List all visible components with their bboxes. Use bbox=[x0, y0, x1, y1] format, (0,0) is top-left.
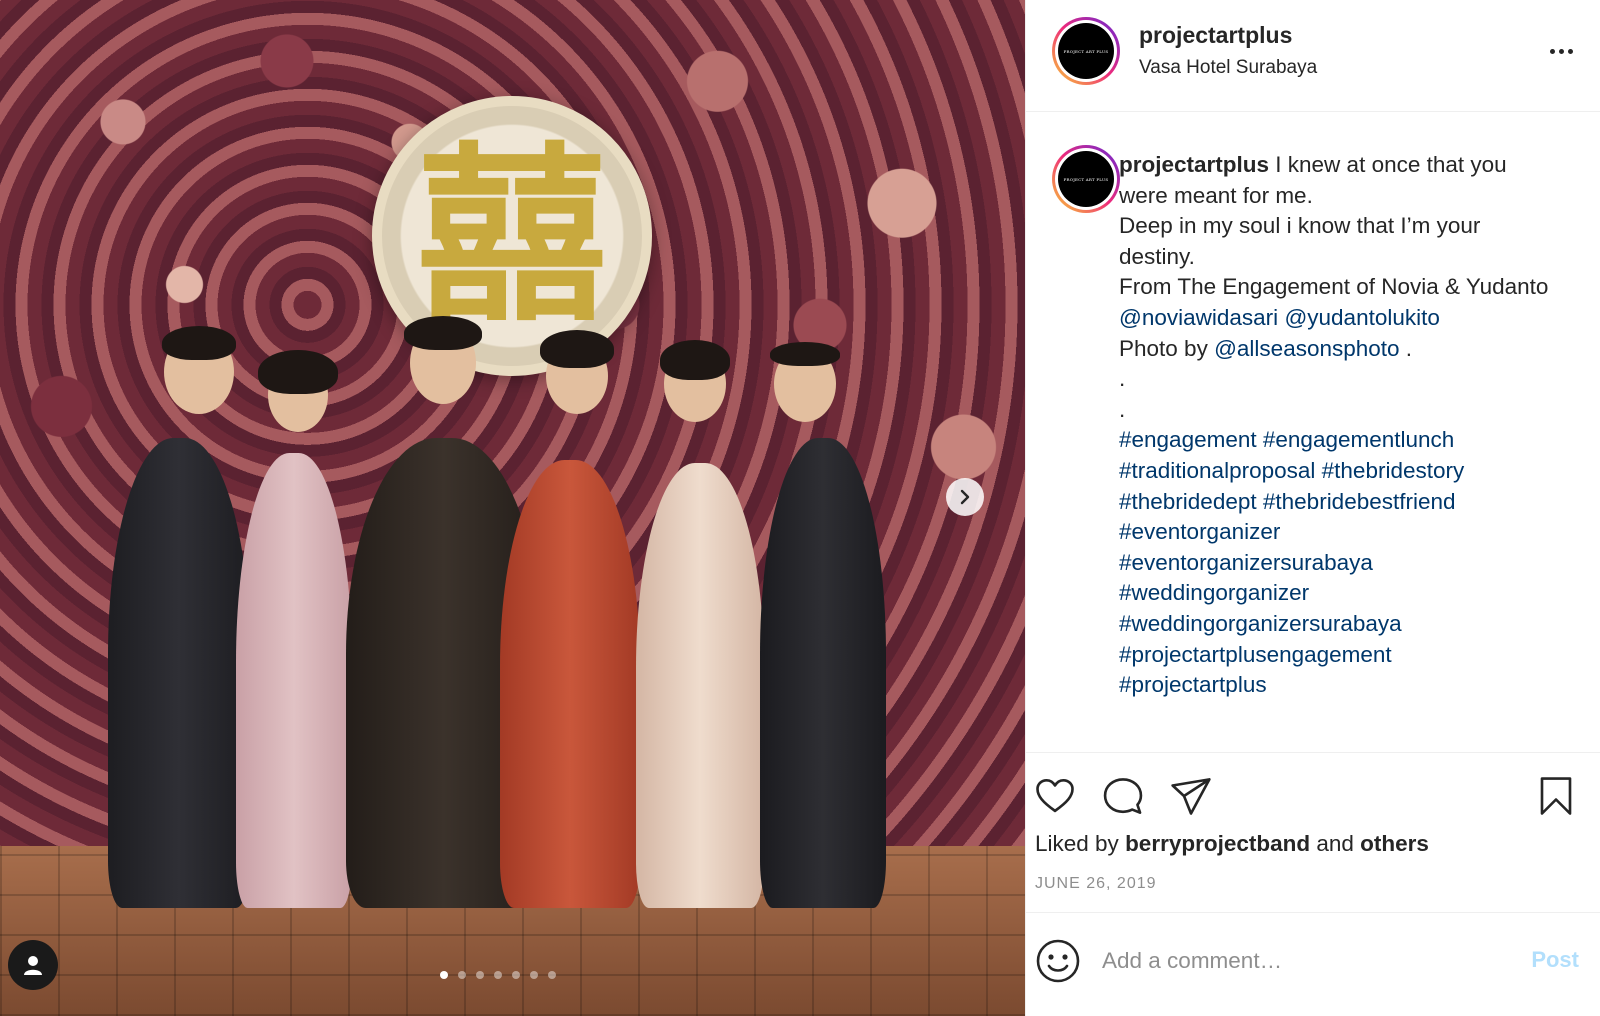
caption-dot: . bbox=[1119, 396, 1126, 422]
person-hair bbox=[258, 350, 338, 394]
hashtag-line: #thebridedept #thebridebestfriend bbox=[1119, 487, 1559, 518]
hashtag-link[interactable]: #weddingorganizersurabaya bbox=[1119, 611, 1402, 636]
liked-by-user[interactable]: berryprojectband bbox=[1125, 831, 1310, 856]
paper-plane-icon bbox=[1171, 778, 1211, 815]
caption-text: projectartplus I knew at once that you w… bbox=[1119, 150, 1559, 701]
heart-icon bbox=[1036, 778, 1074, 813]
post-photo[interactable]: 囍 bbox=[0, 0, 1025, 1016]
person-figure bbox=[636, 463, 764, 908]
caption-text-3: From The Engagement of Novia & Yudanto bbox=[1119, 274, 1549, 300]
comment-button[interactable] bbox=[1100, 773, 1146, 819]
post-date[interactable]: JUNE 26, 2019 bbox=[1035, 875, 1157, 893]
post-username[interactable]: projectartplus bbox=[1139, 22, 1292, 49]
person-figure bbox=[500, 460, 640, 908]
save-button[interactable] bbox=[1533, 773, 1579, 819]
avatar-logo: PROJECT ART PLUS bbox=[1058, 151, 1114, 207]
share-button[interactable] bbox=[1168, 773, 1214, 819]
post-location[interactable]: Vasa Hotel Surabaya bbox=[1139, 57, 1317, 79]
hashtag-link[interactable]: #weddingorganizer bbox=[1119, 580, 1309, 605]
post-actions: Liked by berryprojectband and others JUN… bbox=[1026, 752, 1600, 912]
ellipsis-icon bbox=[1567, 48, 1573, 54]
likes-middle: and bbox=[1310, 831, 1361, 856]
likes-others-link[interactable]: others bbox=[1360, 831, 1429, 856]
mention-link[interactable]: @yudantolukito bbox=[1284, 305, 1439, 330]
hashtag-link[interactable]: #projectartplus bbox=[1119, 672, 1267, 697]
ellipsis-icon bbox=[1549, 48, 1555, 54]
carousel-indicator bbox=[440, 971, 556, 979]
likes-prefix: Liked by bbox=[1035, 831, 1126, 856]
carousel-dot bbox=[476, 971, 484, 979]
caption-line: projectartplus I knew at once that you w… bbox=[1119, 150, 1559, 211]
mention-link[interactable]: @allseasonsphoto bbox=[1214, 336, 1399, 361]
avatar-logo: PROJECT ART PLUS bbox=[1058, 23, 1114, 79]
person-hair bbox=[162, 326, 236, 360]
hashtag-link[interactable]: #projectartplusengagement bbox=[1119, 642, 1392, 667]
chevron-right-icon bbox=[960, 489, 970, 505]
caption-text-2: Deep in my soul i know that I’m your des… bbox=[1119, 213, 1481, 269]
emoji-button[interactable] bbox=[1034, 937, 1082, 985]
carousel-dot bbox=[512, 971, 520, 979]
hashtag-line: #projectartplus bbox=[1119, 670, 1559, 701]
hashtag-link[interactable]: #thebridestory bbox=[1322, 458, 1465, 483]
comment-bar: Post bbox=[1026, 912, 1600, 1016]
caption-mentions-line: @noviawidasari @yudantolukito bbox=[1119, 303, 1559, 334]
avatar-border: PROJECT ART PLUS bbox=[1055, 148, 1117, 210]
post-side-panel: PROJECT ART PLUS projectartplus Vasa Hot… bbox=[1025, 0, 1600, 1016]
hashtag-link[interactable]: #traditionalproposal bbox=[1119, 458, 1315, 483]
hashtag-link[interactable]: #thebridedept bbox=[1119, 489, 1257, 514]
caption-section: PROJECT ART PLUS projectartplus I knew a… bbox=[1026, 112, 1600, 752]
like-button[interactable] bbox=[1032, 773, 1078, 819]
profile-avatar[interactable]: PROJECT ART PLUS bbox=[1052, 17, 1120, 85]
hashtag-link[interactable]: #engagementlunch bbox=[1263, 427, 1454, 452]
carousel-dot bbox=[494, 971, 502, 979]
likes-summary: Liked by berryprojectband and others bbox=[1035, 831, 1429, 857]
caption-username[interactable]: projectartplus bbox=[1119, 152, 1269, 177]
hashtag-line: #eventorganizersurabaya bbox=[1119, 548, 1559, 579]
caption-dot: . bbox=[1119, 366, 1126, 392]
caption-avatar[interactable]: PROJECT ART PLUS bbox=[1052, 145, 1120, 213]
person-hair bbox=[770, 342, 840, 366]
hashtag-line: #traditionalproposal #thebridestory bbox=[1119, 456, 1559, 487]
caption-photo-credit: Photo by @allseasonsphoto . bbox=[1119, 334, 1559, 365]
person-figure bbox=[108, 438, 250, 908]
user-icon bbox=[24, 956, 42, 975]
smiley-icon bbox=[1036, 939, 1080, 983]
person-hair bbox=[540, 330, 614, 368]
speech-bubble-icon bbox=[1103, 778, 1143, 814]
carousel-dot bbox=[548, 971, 556, 979]
hashtag-line: #projectartplusengagement bbox=[1119, 640, 1559, 671]
post-header: PROJECT ART PLUS projectartplus Vasa Hot… bbox=[1026, 0, 1600, 112]
person-hair bbox=[404, 316, 482, 350]
mention-link[interactable]: @noviawidasari bbox=[1119, 305, 1278, 330]
hashtag-link[interactable]: #eventorganizersurabaya bbox=[1119, 550, 1373, 575]
hashtag-line: #weddingorganizer bbox=[1119, 578, 1559, 609]
ellipsis-icon bbox=[1558, 48, 1564, 54]
hashtag-line: #eventorganizer bbox=[1119, 517, 1559, 548]
photo-by-label: Photo by bbox=[1119, 335, 1215, 361]
person-figure bbox=[760, 438, 886, 908]
carousel-next-button[interactable] bbox=[946, 478, 984, 516]
hashtag-line: #engagement #engagementlunch bbox=[1119, 425, 1559, 456]
carousel-dot bbox=[530, 971, 538, 979]
photo-by-end: . bbox=[1399, 335, 1413, 361]
hashtag-line: #weddingorganizersurabaya bbox=[1119, 609, 1559, 640]
carousel-dot bbox=[458, 971, 466, 979]
person-figure bbox=[236, 453, 352, 908]
bookmark-icon bbox=[1540, 777, 1572, 815]
hashtag-link[interactable]: #eventorganizer bbox=[1119, 519, 1280, 544]
tagged-users-button[interactable] bbox=[8, 940, 58, 990]
comment-input[interactable] bbox=[1102, 941, 1482, 981]
avatar-border: PROJECT ART PLUS bbox=[1055, 20, 1117, 82]
hashtag-link[interactable]: #engagement bbox=[1119, 427, 1257, 452]
hashtag-link[interactable]: #thebridebestfriend bbox=[1263, 489, 1456, 514]
person-hair bbox=[660, 340, 730, 380]
carousel-dot bbox=[440, 971, 448, 979]
more-options-button[interactable] bbox=[1544, 36, 1578, 66]
post-comment-button[interactable]: Post bbox=[1531, 947, 1579, 973]
